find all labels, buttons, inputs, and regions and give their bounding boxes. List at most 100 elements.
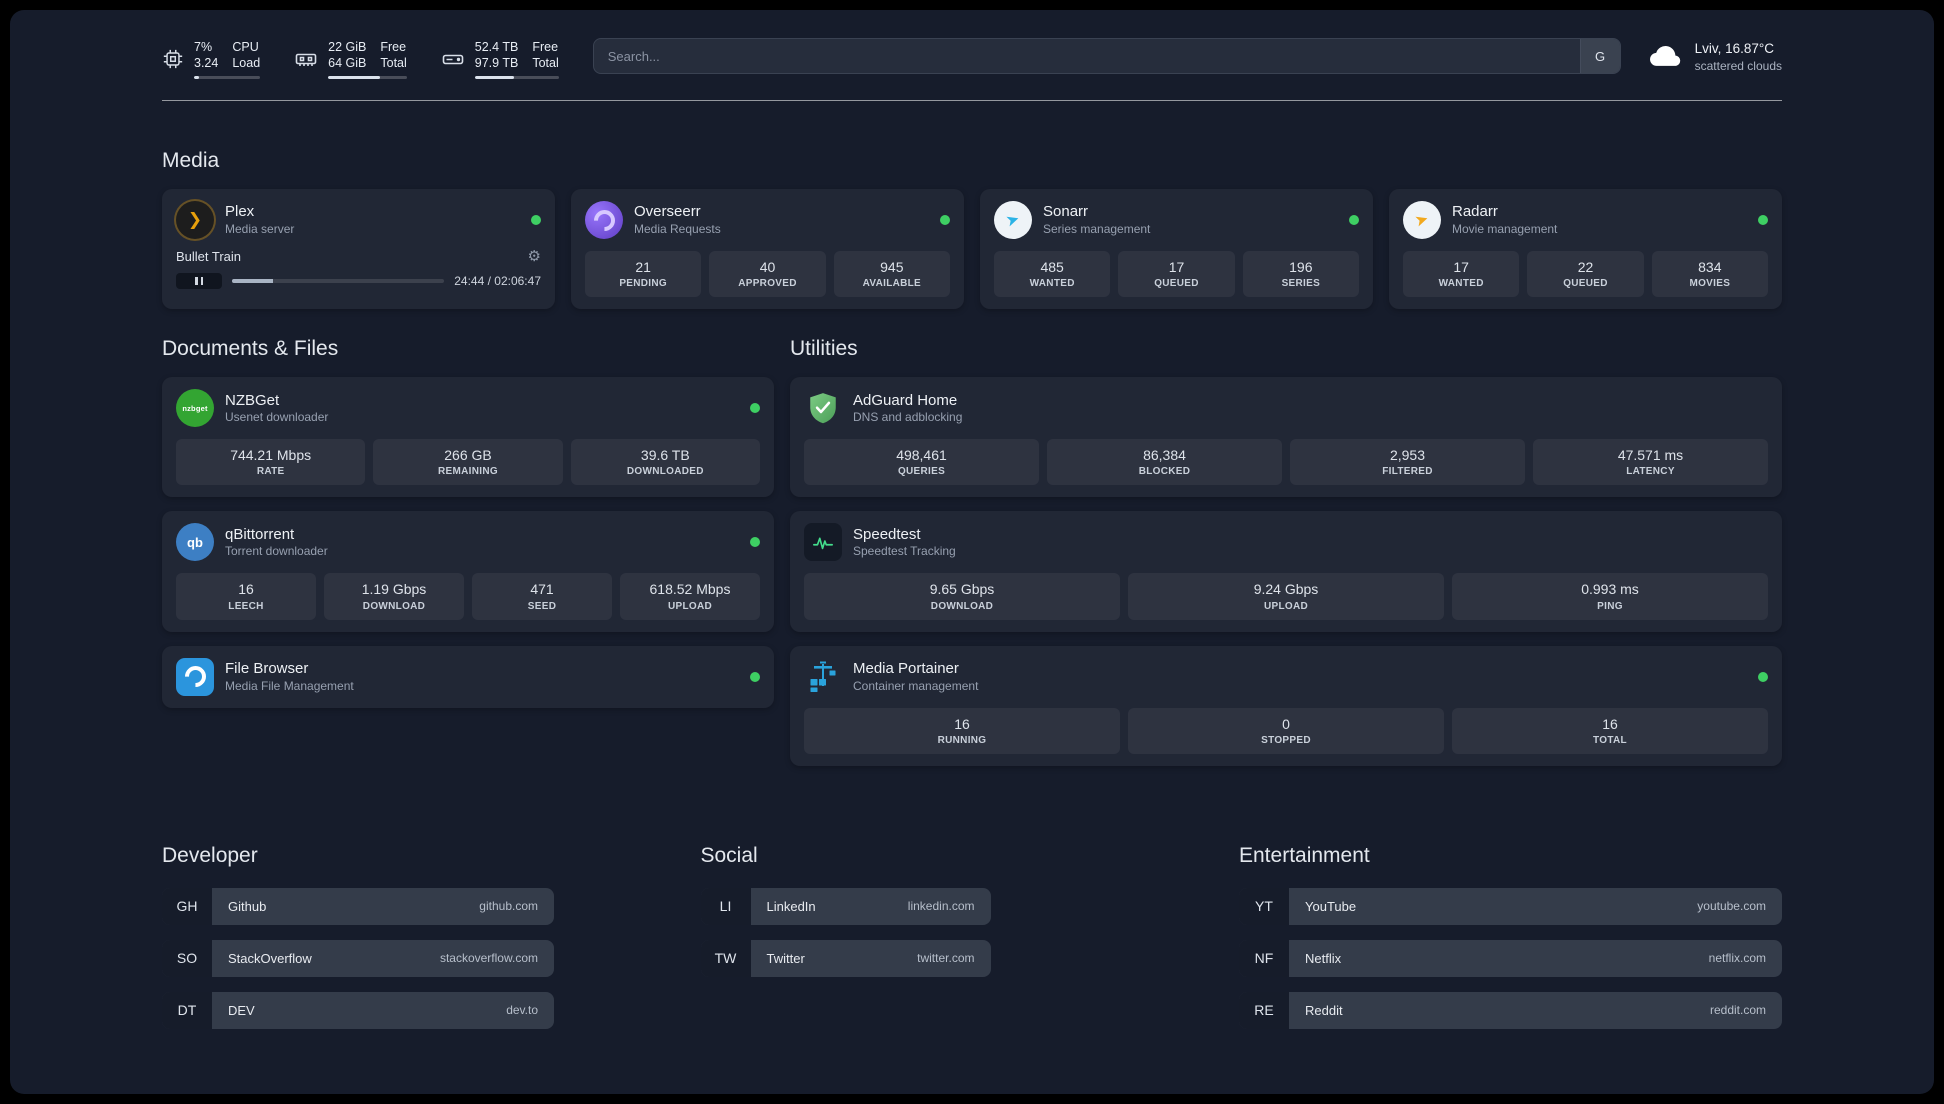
bookmark-stackoverflow[interactable]: SO StackOverflow stackoverflow.com (162, 939, 554, 977)
bookmark-github[interactable]: GH Github github.com (162, 887, 554, 925)
section-title-utilities: Utilities (790, 337, 858, 361)
service-name: Speedtest (853, 525, 921, 543)
seek-bar[interactable] (232, 279, 445, 283)
bookmark-dev[interactable]: DT DEV dev.to (162, 991, 554, 1029)
service-name: Sonarr (1043, 203, 1089, 221)
service-name: Overseerr (634, 203, 701, 221)
cpu-label-top: CPU (232, 39, 259, 54)
disk-label-bottom: Total (532, 56, 559, 70)
pause-button[interactable] (176, 273, 222, 289)
search-provider-button[interactable]: G (1579, 39, 1620, 73)
service-card-qbittorrent[interactable]: qb qBittorrent Torrent downloader 16 LEE… (162, 511, 774, 632)
bookmark-group-entertainment: Entertainment YT YouTube youtube.com NF … (1239, 844, 1782, 1044)
bookmark-youtube[interactable]: YT YouTube youtube.com (1239, 887, 1782, 925)
stat-leech: 16 LEECH (176, 573, 316, 620)
cpu-progress-bar (194, 76, 261, 80)
portainer-icon (804, 658, 842, 696)
stat-ping: 0.993 ms PING (1452, 573, 1768, 620)
status-dot (1758, 215, 1768, 225)
section-title-social: Social (700, 843, 758, 867)
section-title-entertainment: Entertainment (1239, 843, 1370, 867)
stat-running: 16 RUNNING (804, 707, 1120, 754)
stat-latency: 47.571 ms LATENCY (1533, 439, 1768, 486)
stat-wanted: 485 WANTED (994, 251, 1111, 298)
bookmark-name: LinkedIn (766, 898, 816, 914)
adguard-icon (804, 389, 842, 427)
stat-queued: 22 QUEUED (1527, 251, 1644, 298)
stat-upload: 9.24 Gbps UPLOAD (1128, 573, 1444, 620)
disk-label-top: Free (532, 39, 559, 54)
settings-gear-icon[interactable]: ⚙ (528, 249, 541, 264)
cpu-label-bottom: Load (232, 56, 261, 70)
memory-progress-bar (328, 76, 407, 80)
bookmark-group-developer: Developer GH Github github.com SO StackO… (162, 844, 701, 1044)
service-description: Torrent downloader (225, 544, 328, 559)
service-card-portainer[interactable]: Media Portainer Container management 16 … (790, 645, 1782, 766)
status-dot (750, 671, 760, 682)
service-name: Plex (225, 203, 255, 221)
service-card-sonarr[interactable]: ➤ Sonarr Series management 485 WANTED 17… (980, 189, 1373, 310)
stat-rate: 744.21 Mbps RATE (176, 439, 366, 486)
bookmark-name: Github (228, 898, 267, 914)
status-dot (531, 215, 541, 225)
bookmark-domain: youtube.com (1697, 899, 1766, 914)
service-name: Media Portainer (853, 660, 959, 678)
speedtest-icon (804, 523, 842, 562)
service-description: Series management (1043, 221, 1151, 236)
service-card-speedtest[interactable]: Speedtest Speedtest Tracking 9.65 Gbps D… (790, 511, 1782, 632)
stat-total: 16 TOTAL (1452, 707, 1768, 754)
status-dot (940, 215, 950, 225)
service-card-adguard[interactable]: AdGuard Home DNS and adblocking 498,461 … (790, 377, 1782, 498)
bookmark-domain: stackoverflow.com (439, 951, 538, 966)
bookmark-abbr: RE (1239, 991, 1289, 1029)
stat-seed: 471 SEED (472, 573, 612, 620)
service-description: Container management (853, 678, 979, 693)
service-description: Movie management (1452, 221, 1558, 236)
bookmark-linkedin[interactable]: LI LinkedIn linkedin.com (700, 887, 991, 925)
section-title-media: Media (162, 149, 220, 172)
bookmark-abbr: NF (1239, 939, 1289, 977)
now-playing-widget: Bullet Train ⚙ 24:44 / 02:06:47 (176, 249, 541, 289)
search-bar: G (592, 38, 1621, 74)
memory-free: 22 GiB (328, 39, 367, 54)
bookmark-domain: netflix.com (1708, 951, 1766, 966)
service-card-filebrowser[interactable]: File Browser Media File Management (162, 645, 774, 708)
bookmark-domain: dev.to (506, 1003, 538, 1018)
service-card-nzbget[interactable]: nzbget NZBGet Usenet downloader 744.21 M… (162, 377, 774, 498)
bookmark-name: YouTube (1305, 898, 1357, 914)
service-description: Media File Management (225, 678, 354, 693)
service-name: AdGuard Home (853, 391, 958, 409)
search-input[interactable] (593, 39, 1580, 73)
bookmark-netflix[interactable]: NF Netflix netflix.com (1239, 939, 1782, 977)
disk-progress-bar (474, 76, 559, 80)
stat-download: 1.19 Gbps DOWNLOAD (324, 573, 464, 620)
bookmark-abbr: LI (700, 887, 751, 925)
stat-wanted: 17 WANTED (1403, 251, 1520, 298)
stat-queued: 17 QUEUED (1118, 251, 1235, 298)
stat-queries: 498,461 QUERIES (804, 439, 1039, 486)
cloud-icon (1647, 41, 1685, 74)
bookmark-twitter[interactable]: TW Twitter twitter.com (700, 939, 991, 977)
service-description: DNS and adblocking (853, 410, 963, 425)
topbar: 7% 3.24 CPU Load 22 GiB 64 GiB Free Tota… (162, 38, 1782, 80)
bookmark-abbr: DT (162, 991, 212, 1029)
radarr-icon: ➤ (1403, 201, 1441, 239)
memory-label-bottom: Total (380, 56, 407, 70)
service-card-overseerr[interactable]: Overseerr Media Requests 21 PENDING 40 A… (571, 189, 964, 310)
stat-series: 196 SERIES (1242, 251, 1359, 298)
service-description: Speedtest Tracking (853, 544, 956, 559)
overseerr-icon (585, 201, 623, 239)
weather-condition: scattered clouds (1694, 59, 1782, 74)
memory-widget: 22 GiB 64 GiB Free Total (294, 39, 407, 80)
bookmark-domain: twitter.com (917, 951, 975, 966)
service-card-plex[interactable]: ❯ Plex Media server Bullet Train ⚙ 24:44… (162, 189, 555, 310)
utilities-group: Utilities AdGuard Home DNS and adblockin… (790, 337, 1782, 780)
disk-total: 97.9 TB (474, 56, 519, 70)
bookmark-abbr: YT (1239, 887, 1289, 925)
bookmark-domain: github.com (479, 899, 538, 914)
bookmark-reddit[interactable]: RE Reddit reddit.com (1239, 991, 1782, 1029)
service-card-radarr[interactable]: ➤ Radarr Movie management 17 WANTED 22 Q… (1389, 189, 1782, 310)
service-description: Media server (225, 221, 295, 236)
stat-stopped: 0 STOPPED (1128, 707, 1444, 754)
bookmark-abbr: SO (162, 939, 212, 977)
